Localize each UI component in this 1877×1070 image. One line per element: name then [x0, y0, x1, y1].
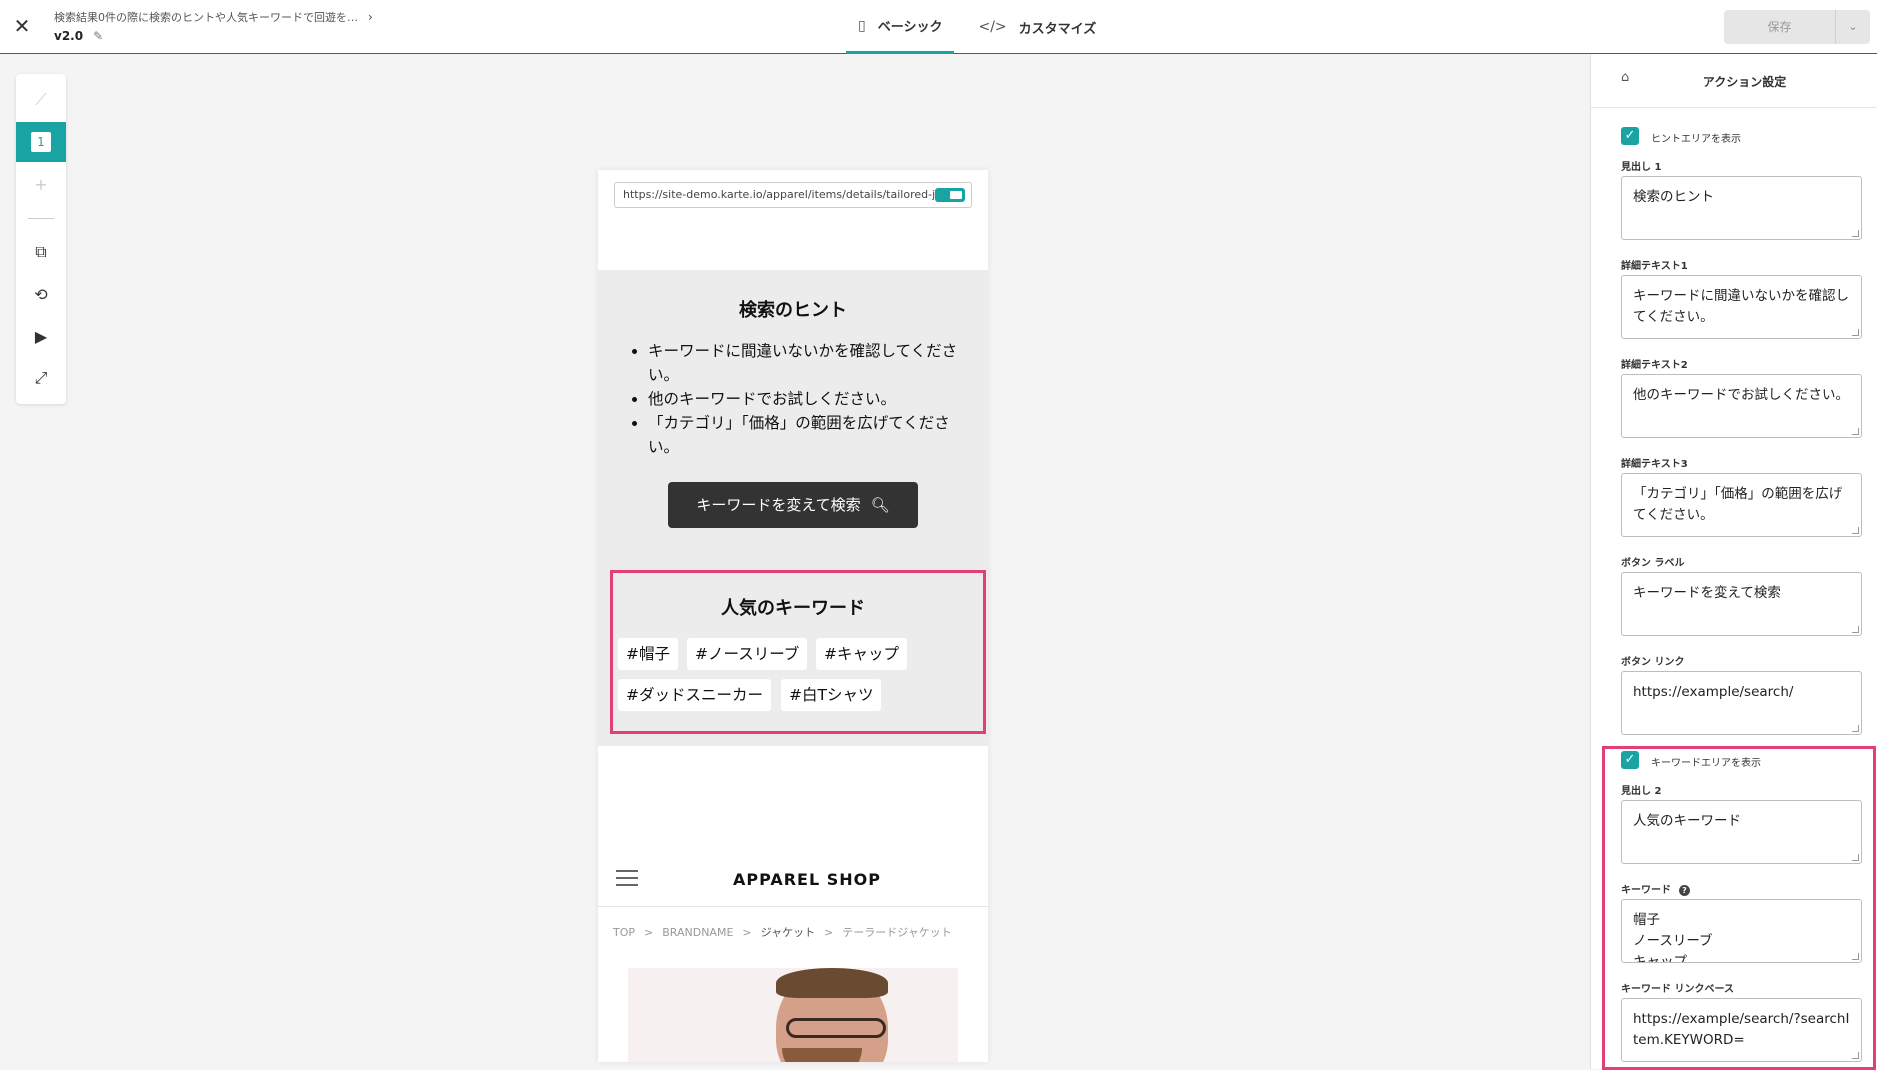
detail2-field[interactable]: 他のキーワードでお試しください。: [1621, 374, 1862, 438]
help-icon[interactable]: ?: [1679, 884, 1690, 896]
keyword-tag[interactable]: #ダッドスニーカー: [618, 679, 771, 711]
sidebar-layout-icon: ▯: [858, 17, 866, 34]
breadcrumb-item[interactable]: TOP: [613, 926, 635, 939]
rotate-icon[interactable]: ⟲: [16, 274, 66, 314]
detail1-field[interactable]: キーワードに間違いないかを確認してください。: [1621, 275, 1862, 339]
keywords-field[interactable]: 帽子 ノースリーブ キャップ: [1621, 899, 1862, 963]
keyword-area-checkbox[interactable]: ✓: [1621, 751, 1639, 769]
product-image: [628, 968, 958, 1062]
top-bar: ✕ 検索結果0件の際に検索のヒントや人気キーワードで回遊を… › v2.0 ✎ ▯ …: [0, 0, 1877, 54]
preview-url-input[interactable]: https://site-demo.karte.io/apparel/items…: [614, 182, 972, 208]
search-icon: 🔍︎: [870, 496, 890, 514]
hidden-step-icon[interactable]: ⟋: [16, 80, 66, 120]
campaign-title-text: 検索結果0件の際に検索のヒントや人気キーワードで回遊を…: [54, 11, 358, 24]
breadcrumb: TOP > BRANDNAME > ジャケット > テーラードジャケット: [613, 926, 952, 939]
popular-heading: 人気のキーワード: [721, 598, 865, 619]
hint-list: キーワードに間違いないかを確認してください。 他のキーワードでお試しください。 …: [648, 339, 973, 459]
keywords-label-text: キーワード: [1621, 885, 1671, 896]
play-icon[interactable]: ▶: [16, 316, 66, 356]
change-keyword-search-button[interactable]: キーワードを変えて検索 🔍︎: [668, 482, 918, 528]
hint-heading: 検索のヒント: [739, 300, 847, 321]
close-icon[interactable]: ✕: [10, 14, 34, 38]
keyword-tag[interactable]: #白Tシャツ: [781, 679, 882, 711]
action-settings-panel: ⌂ アクション設定 ✓ ヒントエリアを表示 見出し 1 検索のヒント 詳細テキス…: [1590, 54, 1877, 1070]
detail3-field[interactable]: 「カテゴリ」「価格」の範囲を広げてください。: [1621, 473, 1862, 537]
preview-toggle[interactable]: [935, 188, 965, 202]
add-step-icon[interactable]: +: [16, 164, 66, 204]
keyword-link-label: キーワード リンクベース: [1621, 984, 1734, 995]
panel-title: アクション設定: [1702, 75, 1787, 89]
campaign-title[interactable]: 検索結果0件の際に検索のヒントや人気キーワードで回遊を… ›: [54, 9, 373, 25]
preview-url-text: https://site-demo.karte.io/apparel/items…: [623, 188, 965, 201]
divider: [598, 906, 988, 907]
button-link-label: ボタン リンク: [1621, 657, 1685, 668]
detail2-label: 詳細テキスト2: [1621, 360, 1688, 371]
tab-customize-label: カスタマイズ: [1018, 21, 1097, 37]
panel-header: ⌂ アクション設定: [1591, 54, 1877, 108]
button-link-field[interactable]: https://example/search/: [1621, 671, 1862, 735]
hint-area-checkbox-label: ヒントエリアを表示: [1651, 134, 1741, 145]
step-1-button[interactable]: 1: [16, 122, 66, 162]
detail3-label: 詳細テキスト3: [1621, 459, 1688, 470]
keyword-tag[interactable]: #ノースリーブ: [687, 638, 808, 670]
change-keyword-button-label: キーワードを変えて検索: [696, 496, 861, 514]
pencil-icon[interactable]: ✎: [93, 29, 103, 43]
divider: [28, 218, 54, 219]
chevron-down-icon[interactable]: ⌄: [1836, 10, 1870, 44]
save-button[interactable]: 保存: [1724, 10, 1836, 44]
detail1-label: 詳細テキスト1: [1621, 261, 1688, 272]
tab-basic-label: ベーシック: [877, 20, 943, 35]
heading1-label: 見出し 1: [1621, 162, 1662, 173]
keyword-area-checkbox-label: キーワードエリアを表示: [1651, 758, 1761, 769]
step-number: 1: [31, 132, 51, 152]
chevron-right-icon: ›: [368, 10, 373, 24]
left-toolbar: ⟋ 1 + ⧉ ⟲ ▶ ⤢: [16, 74, 66, 404]
device-icon[interactable]: ⧉: [16, 232, 66, 272]
keyword-tag[interactable]: #帽子: [618, 638, 678, 670]
version-label: v2.0 ✎: [54, 29, 103, 43]
tab-customize[interactable]: </> カスタマイズ: [966, 0, 1108, 54]
hint-area-checkbox[interactable]: ✓: [1621, 127, 1639, 145]
heading1-field[interactable]: 検索のヒント: [1621, 176, 1862, 240]
tab-basic[interactable]: ▯ ベーシック: [846, 0, 955, 54]
hint-item: キーワードに間違いないかを確認してください。: [648, 339, 973, 387]
keyword-link-field[interactable]: https://example/search/?searchItem.KEYWO…: [1621, 998, 1862, 1062]
keywords-label: キーワード?: [1621, 881, 1690, 896]
mode-tabs: ▯ ベーシック </> カスタマイズ: [846, 0, 1108, 54]
mobile-preview: https://site-demo.karte.io/apparel/items…: [598, 170, 988, 1062]
heading2-label: 見出し 2: [1621, 786, 1662, 797]
code-icon: </>: [978, 19, 1007, 35]
shop-logo[interactable]: APPAREL SHOP: [598, 870, 988, 889]
save-group: 保存 ⌄: [1724, 10, 1870, 44]
button-label-label: ボタン ラベル: [1621, 558, 1685, 569]
breadcrumb-item[interactable]: ジャケット: [761, 926, 815, 939]
fullscreen-icon[interactable]: ⤢: [16, 358, 66, 398]
hint-item: 「カテゴリ」「価格」の範囲を広げてください。: [648, 411, 973, 459]
breadcrumb-item: テーラードジャケット: [842, 926, 952, 939]
breadcrumb-item[interactable]: BRANDNAME: [662, 926, 733, 939]
keyword-tag[interactable]: #キャップ: [816, 638, 907, 670]
version-text: v2.0: [54, 29, 84, 43]
hint-item: 他のキーワードでお試しください。: [648, 387, 973, 411]
heading2-field[interactable]: 人気のキーワード: [1621, 800, 1862, 864]
button-label-field[interactable]: キーワードを変えて検索: [1621, 572, 1862, 636]
